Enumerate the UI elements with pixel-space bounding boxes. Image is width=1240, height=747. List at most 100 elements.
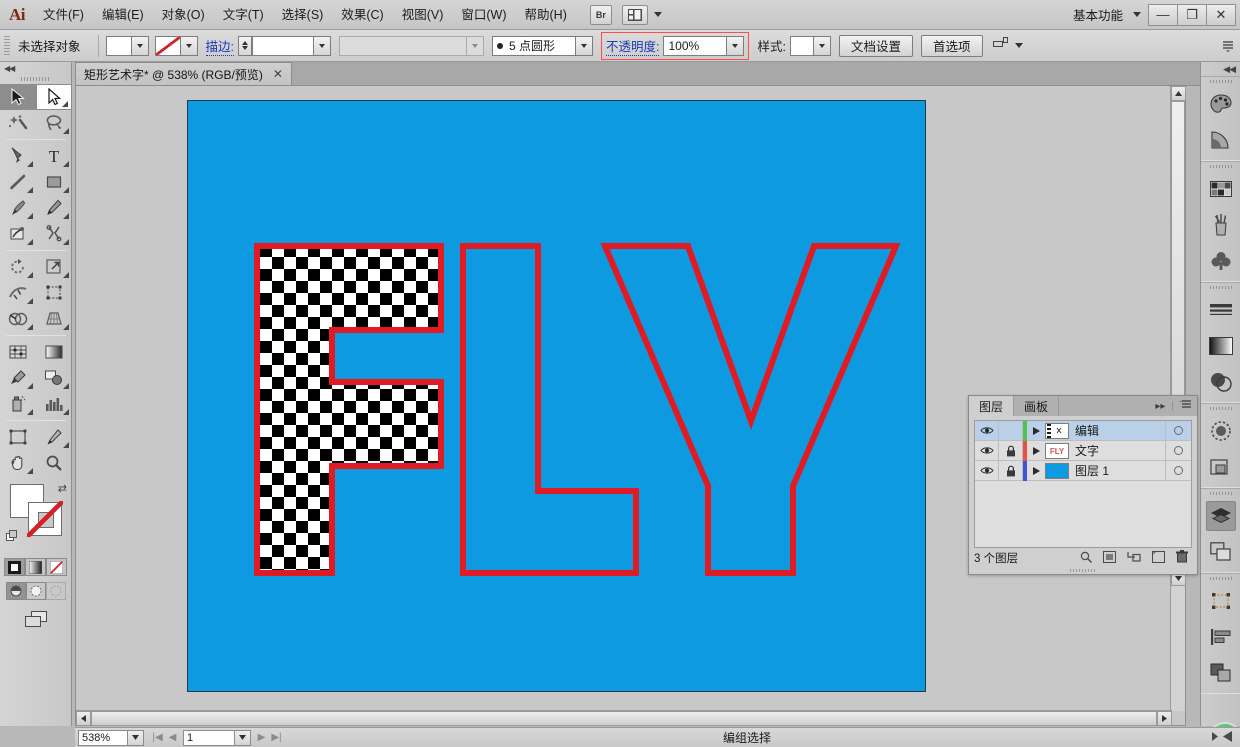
style-swatch[interactable] (789, 35, 814, 56)
screen-mode-button[interactable] (0, 610, 71, 630)
fill-color-control[interactable] (105, 35, 149, 56)
eraser-tool[interactable] (36, 221, 72, 247)
opacity-chevron-down-icon[interactable] (727, 35, 745, 56)
paintbrush-tool[interactable] (0, 195, 36, 221)
swap-fill-stroke-icon[interactable]: ⇄ (58, 482, 67, 495)
make-clipping-mask-icon[interactable] (1103, 550, 1116, 566)
panel-menu-icon[interactable] (1180, 399, 1192, 413)
zoom-tool[interactable] (36, 450, 72, 476)
artwork-fly[interactable] (188, 101, 927, 693)
artboard-number-chevron-down-icon[interactable] (235, 729, 251, 746)
layer-lock-toggle[interactable] (999, 460, 1023, 481)
layer-target-button[interactable] (1165, 440, 1191, 461)
free-transform-tool[interactable] (36, 280, 72, 306)
mesh-tool[interactable] (0, 339, 36, 365)
tab-layers[interactable]: 图层 (969, 396, 1015, 416)
layer-name[interactable]: 编辑 (1075, 422, 1165, 439)
artboard-number-control[interactable]: 1 (183, 729, 251, 746)
status-resize-icon[interactable] (1223, 730, 1234, 745)
lasso-tool[interactable] (36, 110, 72, 136)
draw-normal-button[interactable] (5, 582, 26, 600)
layer-expand-toggle[interactable] (1027, 466, 1045, 475)
artboard[interactable] (187, 100, 926, 692)
layer-visibility-toggle[interactable] (975, 421, 999, 441)
arrange-documents-button[interactable] (620, 4, 662, 25)
symbols-panel-icon[interactable] (1201, 243, 1240, 279)
stroke-weight-link[interactable]: 描边: (205, 36, 234, 56)
letter-l[interactable] (460, 243, 639, 576)
column-graph-tool[interactable] (36, 391, 72, 417)
stroke-weight-stepper[interactable] (238, 35, 252, 56)
control-bar-overflow-button[interactable] (1222, 40, 1240, 52)
layers-panel-resize-gripper[interactable] (969, 567, 1197, 574)
bridge-icon[interactable]: Br (589, 4, 612, 25)
type-tool[interactable]: T (36, 143, 72, 169)
last-artboard-button[interactable]: ▶| (269, 729, 284, 747)
layer-name[interactable]: 图层 1 (1075, 462, 1165, 479)
stroke-weight-control[interactable] (238, 35, 331, 56)
layer-expand-toggle[interactable] (1027, 446, 1045, 455)
style-control[interactable] (789, 35, 831, 56)
scale-tool[interactable] (36, 254, 72, 280)
menu-view[interactable]: 视图(V) (393, 0, 453, 30)
dock-group-gripper[interactable] (1201, 489, 1240, 498)
letter-y[interactable] (600, 243, 901, 576)
control-bar-gripper[interactable] (4, 35, 10, 56)
transform-panel-icon[interactable] (1201, 583, 1240, 619)
shape-builder-tool[interactable] (0, 306, 36, 332)
opacity-link[interactable]: 不透明度: (606, 36, 660, 56)
restore-button[interactable]: ❐ (1177, 3, 1207, 26)
none-fill-mode-button[interactable] (46, 558, 67, 576)
align-menu-button[interactable] (983, 36, 1023, 55)
rectangle-tool[interactable] (36, 169, 72, 195)
artboards-panel-icon[interactable] (1201, 534, 1240, 570)
fill-chevron-down-icon[interactable] (131, 35, 149, 56)
pathfinder-panel-icon[interactable] (1201, 655, 1240, 691)
create-sublayer-icon[interactable] (1127, 551, 1141, 566)
menu-object[interactable]: 对象(O) (153, 0, 214, 30)
menu-type[interactable]: 文字(T) (214, 0, 273, 30)
close-button[interactable]: ✕ (1206, 3, 1236, 26)
stroke-panel-icon[interactable] (1201, 292, 1240, 328)
menu-window[interactable]: 窗口(W) (452, 0, 515, 30)
document-tab[interactable]: 矩形艺术字* @ 538% (RGB/预览) ✕ (75, 62, 292, 85)
layer-lock-toggle[interactable] (999, 421, 1023, 441)
canvas-horizontal-scroll-thumb[interactable] (91, 711, 1157, 726)
line-segment-tool[interactable] (0, 169, 36, 195)
previous-artboard-button[interactable]: ◀ (165, 729, 180, 747)
appearance-panel-icon[interactable] (1201, 413, 1240, 449)
style-chevron-down-icon[interactable] (813, 35, 831, 56)
opacity-control[interactable]: 100% (663, 35, 745, 56)
tools-panel-gripper[interactable] (0, 74, 71, 84)
dock-group-gripper[interactable] (1201, 574, 1240, 583)
draw-inside-button[interactable] (45, 582, 66, 600)
status-menu-icon[interactable] (1210, 731, 1219, 744)
brush-definition-chevron-down-icon[interactable] (576, 35, 593, 56)
tab-artboards[interactable]: 画板 (1014, 396, 1060, 416)
artboard-number-input[interactable]: 1 (183, 729, 235, 746)
dock-group-gripper[interactable] (1201, 404, 1240, 413)
align-panel-icon[interactable] (1201, 619, 1240, 655)
minimize-button[interactable]: — (1148, 3, 1178, 26)
stroke-color-control[interactable] (154, 35, 198, 56)
layer-visibility-toggle[interactable] (975, 440, 999, 461)
dock-group-gripper[interactable] (1201, 162, 1240, 171)
artboard-tool[interactable] (0, 424, 36, 450)
layer-target-button[interactable] (1165, 421, 1191, 441)
gradient-tool[interactable] (36, 339, 72, 365)
draw-behind-button[interactable] (25, 582, 46, 600)
table-row[interactable]: 图层 1 (975, 460, 1191, 481)
menu-file[interactable]: 文件(F) (34, 0, 93, 30)
create-new-layer-icon[interactable] (1152, 550, 1165, 566)
symbol-sprayer-tool[interactable] (0, 391, 36, 417)
magic-wand-tool[interactable] (0, 110, 36, 136)
pen-tool[interactable] (0, 143, 36, 169)
stroke-profile-input[interactable] (339, 35, 467, 56)
color-guide-panel-icon[interactable] (1201, 122, 1240, 158)
menu-edit[interactable]: 编辑(E) (93, 0, 153, 30)
scroll-up-button[interactable] (1171, 86, 1186, 101)
tools-panel-collapse-button[interactable]: ◀◀ (0, 62, 71, 74)
default-fill-stroke-icon[interactable] (6, 530, 18, 542)
color-panel-icon[interactable] (1201, 86, 1240, 122)
zoom-level-input[interactable]: 538% (78, 729, 128, 746)
